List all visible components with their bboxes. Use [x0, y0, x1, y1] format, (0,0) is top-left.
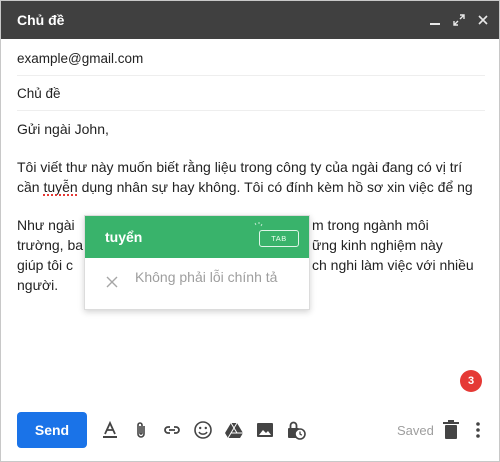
subject-value: Chủ đề: [17, 86, 61, 101]
paragraph-2-line2-left: trường, ba: [17, 237, 84, 253]
saved-status: Saved: [397, 423, 434, 438]
subject-field[interactable]: Chủ đề: [17, 76, 485, 111]
confidential-mode-icon[interactable]: [285, 419, 307, 441]
send-button[interactable]: Send: [17, 412, 87, 448]
expand-icon[interactable]: [449, 10, 469, 30]
delete-icon[interactable]: [440, 419, 462, 441]
paragraph-2-line2-right: ững kinh nghiệm này: [312, 237, 443, 253]
recipients-field[interactable]: example@gmail.com: [17, 41, 485, 76]
paragraph-1-end: dụng nhân sự hay không. Tôi có đính kèm …: [77, 179, 473, 195]
paragraph-2-line3-right: ch nghi làm việc với nhiều: [312, 257, 474, 273]
compose-window: Chủ đề example@gmail.com Chủ đề Gửi ngài…: [0, 0, 500, 462]
greeting-text: Gửi ngài John,: [17, 121, 109, 137]
misspelled-word[interactable]: tuyễn: [43, 179, 77, 195]
compose-title: Chủ đề: [17, 12, 65, 28]
paragraph-1: Tôi viết thư này muốn biết rằng liệu tro…: [17, 157, 487, 197]
more-options-icon[interactable]: [467, 419, 489, 441]
format-text-icon[interactable]: [99, 419, 121, 441]
minimize-icon[interactable]: [425, 10, 445, 30]
emoji-icon[interactable]: [192, 419, 214, 441]
paragraph-2-line1-right: m trong ngành môi: [312, 217, 429, 233]
close-icon: [106, 276, 118, 288]
attach-icon[interactable]: [130, 419, 152, 441]
close-icon[interactable]: [473, 10, 493, 30]
spellcheck-popup: tuyển TAB Không phải lỗi chính tả: [84, 215, 310, 310]
paragraph-2-line1-left: Như ngài: [17, 217, 75, 233]
paragraph-2-line4: người.: [17, 277, 59, 293]
drive-icon[interactable]: [223, 419, 245, 441]
spelling-suggestion[interactable]: tuyển TAB: [85, 216, 309, 258]
paragraph-2-line3-left: giúp tôi c: [17, 257, 74, 273]
notification-badge[interactable]: 3: [460, 370, 482, 392]
compose-titlebar[interactable]: Chủ đề: [1, 1, 499, 39]
ignore-suggestion[interactable]: Không phải lỗi chính tả: [85, 258, 309, 309]
ignore-label: Không phải lỗi chính tả: [135, 269, 278, 285]
tab-shortcut-key: TAB: [259, 230, 299, 247]
link-icon[interactable]: [161, 419, 183, 441]
photo-icon[interactable]: [254, 419, 276, 441]
suggestion-label: tuyển: [105, 229, 143, 245]
recipient-email: example@gmail.com: [17, 51, 144, 66]
